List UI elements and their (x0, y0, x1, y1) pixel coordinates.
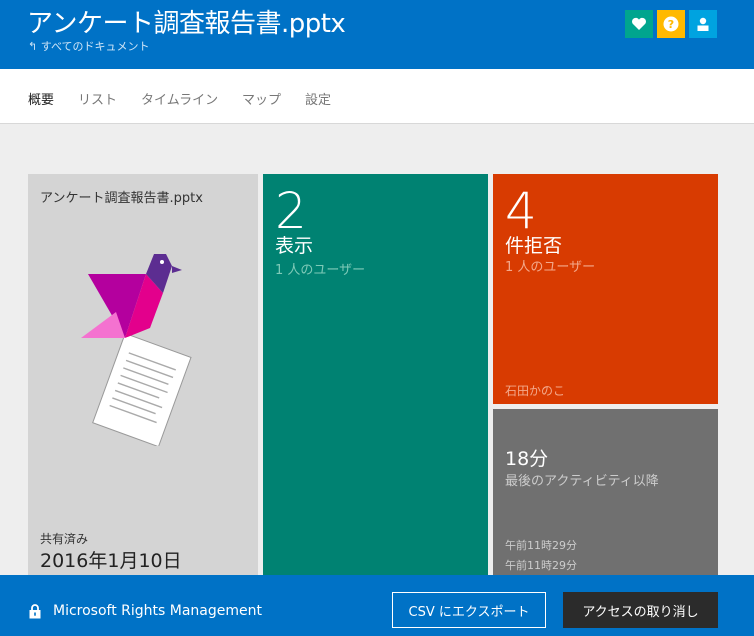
views-count: 2 (275, 182, 307, 240)
activity-time: 午前11時29分 (505, 539, 577, 552)
document-tile: アンケート調査報告書.pptx 共有済み 2016年1月10日 (28, 174, 258, 594)
help-button[interactable]: ? (657, 10, 685, 38)
revoke-access-button[interactable]: アクセスの取り消し (563, 592, 718, 628)
back-link-label: すべてのドキュメント (40, 40, 150, 53)
back-arrow-icon: ↰ (28, 40, 38, 53)
page-title: アンケート調査報告書.pptx (27, 9, 346, 39)
views-tile[interactable]: 2 表示 1 人のユーザー (263, 174, 488, 594)
denied-label: 件拒否 (505, 235, 563, 257)
document-bird-illustration (81, 254, 192, 446)
views-users: 1 人のユーザー (275, 263, 366, 278)
nav-tabs: 概要 リスト タイムライン マップ 設定 (0, 69, 754, 124)
back-link[interactable]: ↰ すべてのドキュメント (28, 38, 150, 54)
lock-icon (29, 604, 41, 619)
help-icon: ? (663, 16, 679, 32)
header-bar: アンケート調査報告書.pptx ↰ すべてのドキュメント ? (0, 0, 754, 69)
footer-bar: Microsoft Rights Management CSV にエクスポート … (0, 575, 754, 636)
tab-settings[interactable]: 設定 (305, 89, 331, 108)
tab-map[interactable]: マップ (242, 89, 281, 108)
tab-overview[interactable]: 概要 (28, 89, 54, 108)
shared-label: 共有済み (40, 532, 89, 546)
denied-tile[interactable]: 4 件拒否 1 人のユーザー 石田かのこ (493, 174, 718, 404)
denied-user-name[interactable]: 石田かのこ (505, 382, 565, 399)
tab-list[interactable]: リスト (78, 89, 117, 108)
activity-elapsed: 18分 (505, 448, 549, 470)
user-icon (697, 17, 709, 31)
views-label: 表示 (275, 235, 314, 257)
svg-text:?: ? (668, 18, 674, 31)
export-csv-button[interactable]: CSV にエクスポート (392, 592, 546, 628)
activity-label: 最後のアクティビティ以降 (505, 474, 659, 489)
last-activity-tile[interactable]: 18分 最後のアクティビティ以降 午前11時29分 午前11時29分 (493, 409, 718, 594)
shared-date: 2016年1月10日 (40, 550, 182, 572)
heart-icon (632, 17, 646, 30)
account-button[interactable] (689, 10, 717, 38)
favorite-button[interactable] (625, 10, 653, 38)
brand-name: Microsoft Rights Management (53, 603, 262, 619)
denied-count: 4 (505, 182, 537, 240)
tab-timeline[interactable]: タイムライン (141, 89, 218, 108)
document-name: アンケート調査報告書.pptx (40, 191, 203, 206)
activity-time: 午前11時29分 (505, 559, 577, 572)
denied-users: 1 人のユーザー (505, 260, 596, 275)
